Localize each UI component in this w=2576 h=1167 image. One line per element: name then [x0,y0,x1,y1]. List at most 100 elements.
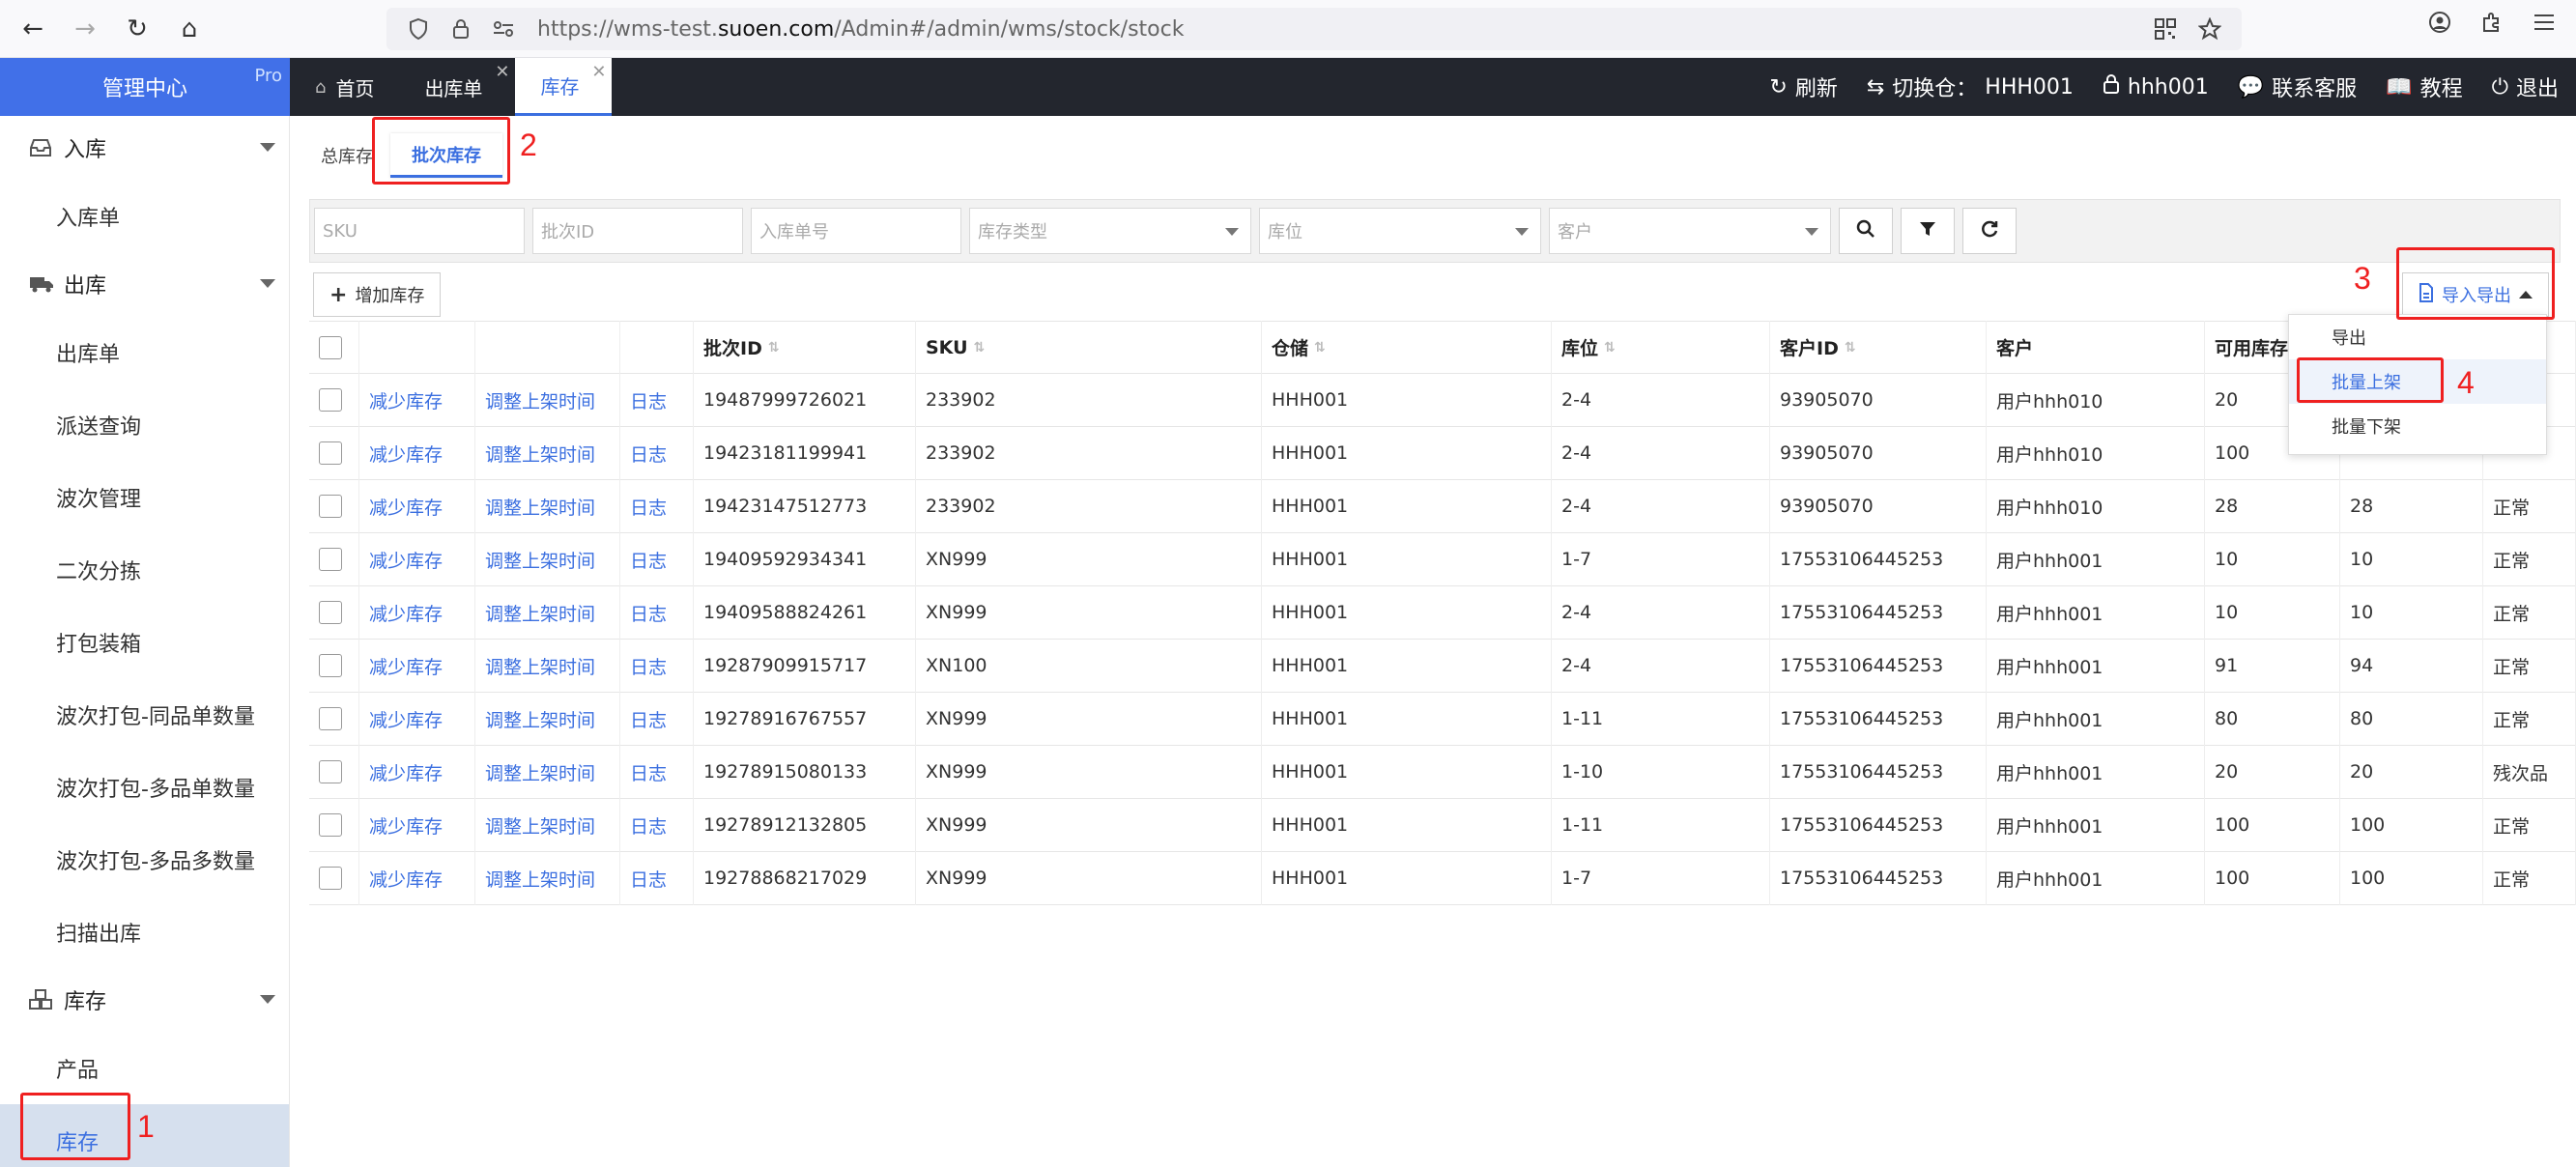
reduce-stock-link[interactable]: 减少库存 [369,600,443,626]
tab-stock[interactable]: 库存 ✕ [515,58,613,116]
sidebar-item-delivery-query[interactable]: 派送查询 [0,388,289,461]
forward-icon[interactable]: → [66,10,104,48]
back-icon[interactable]: ← [14,10,52,48]
log-link[interactable]: 日志 [630,547,667,573]
row-checkbox[interactable] [309,851,359,905]
header-sku[interactable]: SKU ⇅ [916,321,1262,374]
adjust-putaway-time-link[interactable]: 调整上架时间 [485,866,595,892]
log-link[interactable]: 日志 [630,441,667,467]
row-checkbox[interactable] [309,798,359,852]
sidebar-item-packing[interactable]: 打包装箱 [0,606,289,678]
location-select[interactable]: 库位 [1259,208,1541,254]
header-customer-id[interactable]: 客户ID ⇅ [1770,321,1987,374]
adjust-putaway-time-link[interactable]: 调整上架时间 [485,547,595,573]
cell-qty: 20 [2350,761,2374,783]
adjust-putaway-time-link[interactable]: 调整上架时间 [485,387,595,413]
sidebar-group-outbound[interactable]: 出库 [0,252,289,316]
switch-warehouse-button[interactable]: ⇆ 切换仓： HHH001 [1867,71,2074,102]
main-content: 总库存 批次库存 SKU 批次ID 入库单号 库存类型 库位 客户 + 增加库存… [290,116,2576,1167]
adjust-putaway-time-link[interactable]: 调整上架时间 [485,653,595,679]
tab-home[interactable]: ⌂ 首页 [290,58,399,116]
menu-icon[interactable] [2532,10,2557,35]
log-link[interactable]: 日志 [630,653,667,679]
reload-icon[interactable]: ↻ [118,10,157,48]
home-icon[interactable]: ⌂ [170,10,209,48]
brand[interactable]: 管理中心 Pro [0,58,290,116]
cell-cid: 17553106445253 [1780,549,1944,570]
row-checkbox[interactable] [309,479,359,533]
sidebar-group-inbound[interactable]: 入库 [0,116,289,180]
row-checkbox[interactable] [309,639,359,693]
address-bar[interactable]: https://wms-test.suoen.com/Admin#/admin/… [386,8,2242,50]
reduce-stock-link[interactable]: 减少库存 [369,759,443,785]
stock-type-select[interactable]: 库存类型 [969,208,1251,254]
reduce-stock-link[interactable]: 减少库存 [369,866,443,892]
qr-code-icon[interactable] [2153,16,2178,42]
log-link[interactable]: 日志 [630,494,667,520]
row-checkbox[interactable] [309,532,359,586]
log-link[interactable]: 日志 [630,866,667,892]
adjust-putaway-time-link[interactable]: 调整上架时间 [485,600,595,626]
row-checkbox[interactable] [309,426,359,480]
row-checkbox[interactable] [309,745,359,799]
add-stock-button[interactable]: + 增加库存 [313,272,442,317]
tab-outbound-order[interactable]: 出库单 ✕ [399,58,515,116]
user-menu[interactable]: hhh001 [2103,73,2209,100]
menu-item-export[interactable]: 导出 [2289,315,2546,359]
adjust-putaway-time-link[interactable]: 调整上架时间 [485,759,595,785]
sidebar-item-wave-pack-multi-multi[interactable]: 波次打包-多品多数量 [0,823,289,896]
close-icon[interactable]: ✕ [495,62,509,82]
header-warehouse[interactable]: 仓储 ⇅ [1262,321,1552,374]
row-checkbox[interactable] [309,373,359,427]
sidebar-item-inbound-order[interactable]: 入库单 [0,180,289,252]
refresh-button[interactable]: ↻ 刷新 [1769,71,1837,102]
reduce-stock-link[interactable]: 减少库存 [369,494,443,520]
menu-item-batch-takedown[interactable]: 批量下架 [2289,404,2546,448]
reduce-stock-link[interactable]: 减少库存 [369,653,443,679]
filter-button[interactable] [1901,208,1955,254]
reduce-stock-link[interactable]: 减少库存 [369,706,443,732]
batch-id-input[interactable]: 批次ID [532,208,743,254]
close-icon[interactable]: ✕ [591,62,606,82]
contact-support-button[interactable]: 💬 联系客服 [2238,71,2357,102]
customer-select[interactable]: 客户 [1549,208,1831,254]
adjust-putaway-time-link[interactable]: 调整上架时间 [485,812,595,839]
adjust-putaway-time-link[interactable]: 调整上架时间 [485,494,595,520]
row-checkbox[interactable] [309,692,359,746]
adjust-putaway-time-link[interactable]: 调整上架时间 [485,706,595,732]
header-location[interactable]: 库位 ⇅ [1552,321,1770,374]
search-button[interactable] [1839,208,1893,254]
logout-button[interactable]: ⏻ 退出 [2492,71,2559,102]
sidebar-item-scan-outbound[interactable]: 扫描出库 [0,896,289,968]
log-link[interactable]: 日志 [630,759,667,785]
table-row: 减少库存 调整上架时间 日志 19278915080133 XN999 HHH001 1-1… [309,745,2576,799]
star-icon[interactable] [2197,16,2222,42]
select-all-checkbox[interactable] [309,321,359,374]
sidebar-item-wave-management[interactable]: 波次管理 [0,461,289,533]
tutorial-button[interactable]: 📖 教程 [2386,71,2462,102]
account-icon[interactable] [2427,10,2452,35]
extensions-icon[interactable] [2479,10,2504,35]
sidebar-group-stock[interactable]: 库存 [0,968,289,1032]
log-link[interactable]: 日志 [630,387,667,413]
cell-sku: 233902 [926,496,996,517]
reduce-stock-link[interactable]: 减少库存 [369,441,443,467]
sidebar-item-outbound-order[interactable]: 出库单 [0,316,289,388]
log-link[interactable]: 日志 [630,706,667,732]
caret-down-icon [1225,228,1239,236]
reduce-stock-link[interactable]: 减少库存 [369,812,443,839]
log-link[interactable]: 日志 [630,812,667,839]
sku-input[interactable]: SKU [314,208,525,254]
log-link[interactable]: 日志 [630,600,667,626]
cell-cid: 17553106445253 [1780,708,1944,729]
sidebar-item-secondary-sorting[interactable]: 二次分拣 [0,533,289,606]
sidebar-item-wave-pack-multi-single[interactable]: 波次打包-多品单数量 [0,751,289,823]
reduce-stock-link[interactable]: 减少库存 [369,387,443,413]
header-batch-id[interactable]: 批次ID ⇅ [694,321,916,374]
adjust-putaway-time-link[interactable]: 调整上架时间 [485,441,595,467]
sidebar-item-wave-pack-single-sku[interactable]: 波次打包-同品单数量 [0,678,289,751]
row-checkbox[interactable] [309,585,359,640]
reset-button[interactable] [1962,208,2017,254]
inbound-no-input[interactable]: 入库单号 [751,208,961,254]
reduce-stock-link[interactable]: 减少库存 [369,547,443,573]
